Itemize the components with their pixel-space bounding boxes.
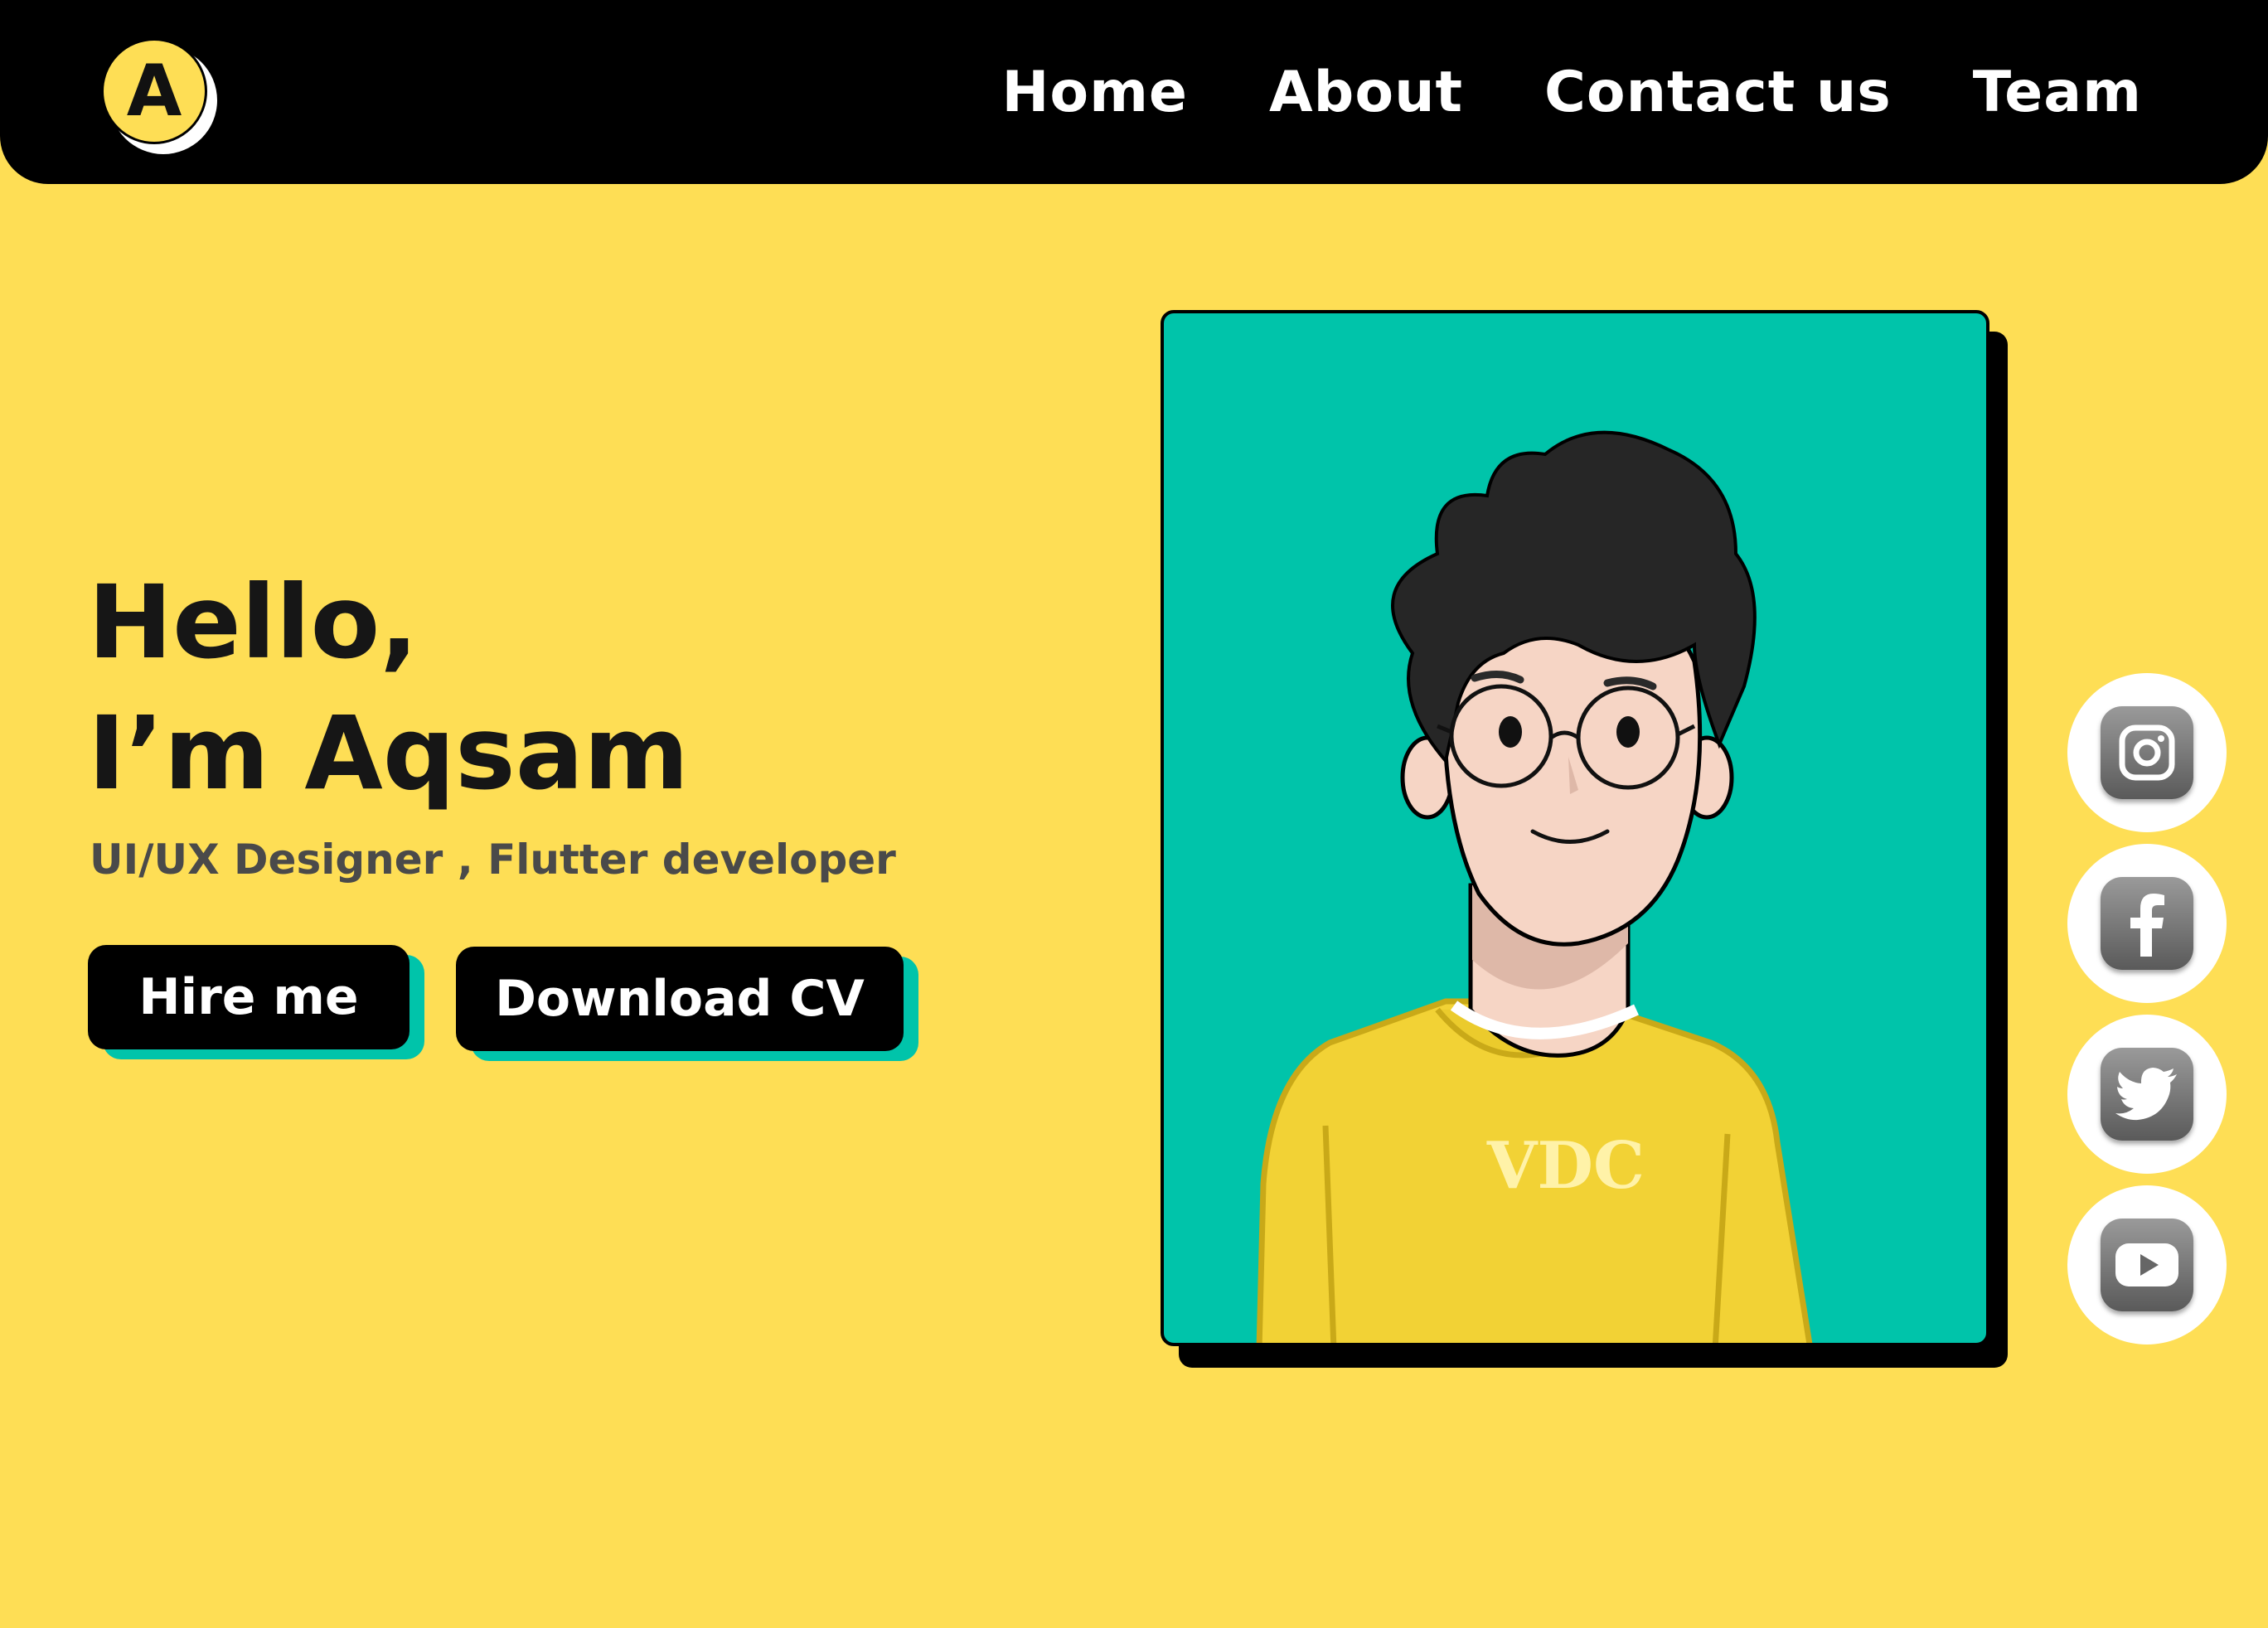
download-cv-button[interactable]: Download CV: [456, 947, 904, 1051]
download-cv-button-wrap: Download CV: [456, 947, 918, 1061]
instagram-button[interactable]: [2067, 673, 2227, 832]
facebook-icon: [2101, 877, 2193, 970]
youtube-button[interactable]: [2067, 1185, 2227, 1345]
hero-name: I’m Aqsam: [88, 695, 690, 812]
portrait-frame: VDC: [1161, 310, 1989, 1346]
logo-letter: A: [101, 38, 207, 144]
youtube-icon: [2101, 1219, 2193, 1311]
avatar-illustration: VDC: [1256, 430, 1813, 1343]
nav-team[interactable]: Team: [1973, 60, 2142, 125]
top-navbar: A Home About Contact us Team: [0, 0, 2268, 184]
nav-home[interactable]: Home: [1001, 60, 1188, 125]
shirt-text: VDC: [1486, 1128, 1645, 1204]
hero-title: Hello, I’m Aqsam: [88, 557, 689, 819]
logo[interactable]: A: [101, 38, 217, 154]
hire-me-button[interactable]: Hire me: [88, 945, 410, 1049]
nav-links: Home About Contact us Team: [1001, 0, 2142, 184]
instagram-icon: [2101, 706, 2193, 799]
nav-about[interactable]: About: [1269, 60, 1463, 125]
nav-contact-us[interactable]: Contact us: [1544, 60, 1892, 125]
portrait-card: VDC: [1161, 310, 2008, 1368]
hero-greeting: Hello,: [88, 564, 419, 681]
twitter-button[interactable]: [2067, 1015, 2227, 1174]
twitter-icon: [2101, 1048, 2193, 1141]
hero-subtitle: UI/UX Designer , Flutter developer: [90, 836, 896, 884]
hire-me-button-wrap: Hire me: [88, 945, 424, 1059]
facebook-button[interactable]: [2067, 844, 2227, 1003]
